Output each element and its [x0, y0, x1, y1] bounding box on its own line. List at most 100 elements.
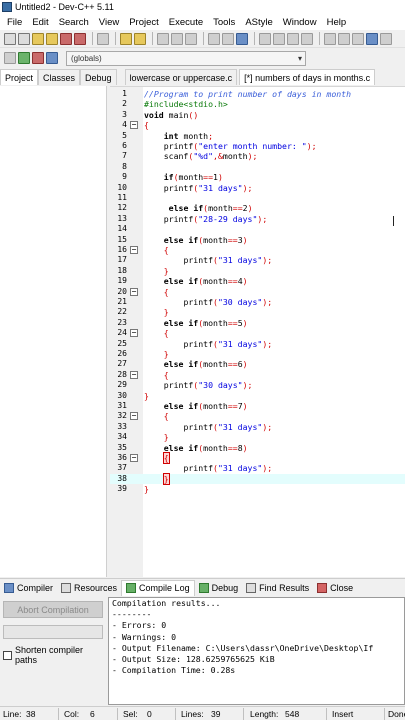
code-line[interactable]: 11: [110, 193, 405, 203]
menu-search[interactable]: Search: [54, 17, 94, 28]
shorten-paths-option[interactable]: Shorten compiler paths: [3, 645, 107, 665]
code-line[interactable]: 3 void main(): [110, 110, 405, 120]
menu-astyle[interactable]: AStyle: [240, 17, 277, 28]
code-line[interactable]: 17 printf("31 days");: [110, 255, 405, 265]
close-all-icon[interactable]: [74, 32, 86, 45]
code-line[interactable]: 16− {: [110, 245, 405, 255]
code-line[interactable]: 25 printf("31 days");: [110, 339, 405, 349]
fold-toggle-icon[interactable]: −: [130, 454, 138, 462]
tab-compiler[interactable]: Compiler: [0, 580, 57, 596]
class-icon[interactable]: [4, 52, 16, 64]
code-line[interactable]: 32− {: [110, 411, 405, 421]
code-line[interactable]: 7 scanf("%d",&month);: [110, 151, 405, 161]
code-line[interactable]: 36− {: [110, 452, 405, 464]
tab-find-results[interactable]: Find Results: [242, 580, 313, 596]
code-line[interactable]: 24− {: [110, 328, 405, 338]
remove-icon[interactable]: [32, 52, 44, 64]
forward-icon[interactable]: [273, 32, 285, 45]
compile-icon[interactable]: [46, 52, 58, 64]
undo-icon[interactable]: [120, 32, 132, 45]
tab-resources[interactable]: Resources: [57, 580, 121, 596]
tab-project[interactable]: Project: [0, 69, 39, 85]
code-line[interactable]: 30}: [110, 391, 405, 401]
new-file-icon[interactable]: [4, 32, 16, 45]
goto-bookmark-icon[interactable]: [301, 32, 313, 45]
menu-project[interactable]: Project: [124, 17, 164, 28]
code-line[interactable]: 5 int month;: [110, 131, 405, 141]
tile-icon[interactable]: [352, 32, 364, 45]
code-line[interactable]: 22 }: [110, 307, 405, 317]
file-tab-lowercase[interactable]: lowercase or uppercase.c: [124, 69, 238, 85]
code-line[interactable]: 2 #include<stdio.h>: [110, 99, 405, 109]
code-line[interactable]: 23 else if(month==5): [110, 318, 405, 328]
close-file-icon[interactable]: [60, 32, 72, 45]
code-line[interactable]: 15 else if(month==3): [110, 235, 405, 245]
code-line[interactable]: 31 else if(month==7): [110, 401, 405, 411]
toggle-bookmark-icon[interactable]: [236, 32, 248, 45]
save-icon[interactable]: [32, 32, 44, 45]
replace-icon[interactable]: [171, 32, 183, 45]
options-icon[interactable]: [380, 32, 392, 45]
compile-log-output[interactable]: Compilation results... -------- - Errors…: [108, 597, 405, 705]
code-line[interactable]: 12 else if(month==2): [110, 203, 405, 213]
code-line[interactable]: 27 else if(month==6): [110, 359, 405, 369]
code-line[interactable]: 14: [110, 224, 405, 234]
fold-toggle-icon[interactable]: −: [130, 412, 138, 421]
shorten-paths-checkbox[interactable]: [3, 650, 12, 660]
fold-toggle-icon[interactable]: −: [130, 370, 138, 379]
tab-close[interactable]: Close: [313, 580, 357, 596]
code-line[interactable]: 19 else if(month==4): [110, 276, 405, 286]
fold-toggle-icon[interactable]: −: [130, 329, 138, 338]
code-line[interactable]: 6 printf("enter month number: ");: [110, 141, 405, 151]
add-icon[interactable]: [18, 52, 30, 64]
code-line[interactable]: 37 printf("31 days");: [110, 463, 405, 473]
menu-window[interactable]: Window: [278, 17, 322, 28]
code-line[interactable]: 33 printf("31 days");: [110, 422, 405, 432]
code-line[interactable]: 26 }: [110, 349, 405, 359]
tab-debug-bottom[interactable]: Debug: [195, 580, 243, 596]
code-line[interactable]: 39}: [110, 484, 405, 494]
code-line[interactable]: 10 printf("31 days");: [110, 183, 405, 193]
code-line[interactable]: 4−{: [110, 120, 405, 130]
menu-file[interactable]: File: [2, 17, 27, 28]
abort-compilation-button[interactable]: Abort Compilation: [3, 601, 103, 618]
bookmark-icon[interactable]: [287, 32, 299, 45]
menu-view[interactable]: View: [94, 17, 124, 28]
back-icon[interactable]: [259, 32, 271, 45]
fold-toggle-icon[interactable]: −: [130, 246, 138, 254]
check-icon[interactable]: [366, 32, 378, 45]
redo-icon[interactable]: [134, 32, 146, 45]
file-tab-days-in-months[interactable]: [*] numbers of days in months.c: [239, 69, 376, 85]
indent-icon[interactable]: [208, 32, 220, 45]
menu-execute[interactable]: Execute: [164, 17, 208, 28]
goto-icon[interactable]: [185, 32, 197, 45]
code-line[interactable]: 18 }: [110, 266, 405, 276]
code-line[interactable]: 9 if(month==1): [110, 172, 405, 182]
menu-help[interactable]: Help: [322, 17, 352, 28]
code-line[interactable]: 20− {: [110, 287, 405, 297]
code-line[interactable]: 13 printf("28-29 days");: [110, 214, 405, 224]
tab-classes[interactable]: Classes: [38, 69, 81, 85]
save-all-icon[interactable]: [46, 32, 58, 45]
code-line[interactable]: 8: [110, 162, 405, 172]
code-editor[interactable]: 1 //Program to print number of days in mo…: [110, 86, 405, 577]
tab-debug[interactable]: Debug: [80, 69, 117, 85]
code-line[interactable]: 38 }: [110, 472, 405, 485]
code-line[interactable]: 28− {: [110, 370, 405, 380]
code-line[interactable]: 1 //Program to print number of days in mo…: [110, 89, 405, 99]
code-line[interactable]: 21 printf("30 days");: [110, 297, 405, 307]
tab-compile-log[interactable]: Compile Log: [121, 579, 195, 596]
window-icon[interactable]: [338, 32, 350, 45]
unindent-icon[interactable]: [222, 32, 234, 45]
code-line[interactable]: 35 else if(month==8): [110, 443, 405, 453]
code-line[interactable]: 29 printf("30 days");: [110, 380, 405, 390]
open-file-icon[interactable]: [18, 32, 30, 45]
menu-tools[interactable]: Tools: [208, 17, 240, 28]
grid-view-icon[interactable]: [324, 32, 336, 45]
fold-toggle-icon[interactable]: −: [130, 287, 138, 296]
code-line[interactable]: 34 }: [110, 432, 405, 442]
scope-dropdown[interactable]: (globals) ▾: [66, 50, 306, 66]
menu-edit[interactable]: Edit: [27, 17, 53, 28]
print-icon[interactable]: [97, 32, 109, 45]
find-icon[interactable]: [157, 32, 169, 45]
